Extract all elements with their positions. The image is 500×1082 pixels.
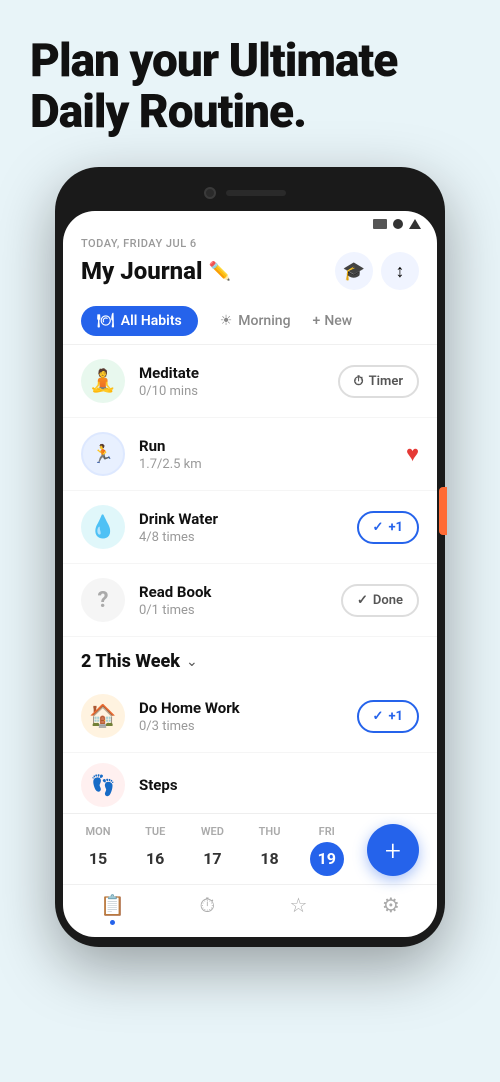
plus-one-button-2[interactable]: ✓ +1 bbox=[357, 700, 419, 733]
nav-star[interactable]: ☆ bbox=[289, 893, 307, 925]
water-info: Drink Water 4/8 times bbox=[139, 510, 343, 545]
journal-title-row: My Journal ✏️ 🎓 ↕ bbox=[81, 252, 419, 290]
camera-dot bbox=[204, 187, 216, 199]
tab-morning[interactable]: ☀ Morning bbox=[208, 306, 303, 336]
homework-info: Do Home Work 0/3 times bbox=[139, 699, 343, 734]
morning-icon: ☀ bbox=[220, 313, 233, 329]
cal-day-fri[interactable]: FRI 19 bbox=[310, 825, 344, 876]
phone-outer: TODAY, FRIDAY JUL 6 My Journal ✏️ 🎓 ↕ 🍽 bbox=[55, 167, 445, 947]
timer-button[interactable]: ⏱ Timer bbox=[338, 365, 419, 398]
active-dot bbox=[110, 920, 115, 925]
speaker-bar bbox=[226, 190, 286, 196]
header-icons: 🎓 ↕ bbox=[335, 252, 419, 290]
homework-icon: 🏠 bbox=[81, 694, 125, 738]
book-action[interactable]: ✓ Done bbox=[341, 584, 419, 617]
phone-screen: TODAY, FRIDAY JUL 6 My Journal ✏️ 🎓 ↕ 🍽 bbox=[63, 211, 437, 937]
tab-new[interactable]: + New bbox=[313, 313, 353, 329]
check-icon: ✓ bbox=[357, 593, 368, 608]
phone-notch bbox=[63, 181, 437, 205]
check-icon: ✓ bbox=[373, 709, 384, 724]
heart-icon: ♥ bbox=[406, 442, 419, 467]
plus-icon: + bbox=[313, 313, 321, 329]
steps-item: 👣 Steps bbox=[63, 753, 437, 813]
nav-timer[interactable]: ⏱ bbox=[199, 893, 215, 925]
section-header[interactable]: 2 This Week ⌄ bbox=[63, 637, 437, 680]
battery-icon bbox=[373, 219, 387, 229]
journal-title: My Journal ✏️ bbox=[81, 257, 231, 285]
habit-item: 🏃 Run 1.7/2.5 km ♥ bbox=[63, 418, 437, 491]
fab-add-button[interactable]: + bbox=[367, 824, 419, 876]
graduation-icon-btn[interactable]: 🎓 bbox=[335, 252, 373, 290]
tab-all-habits[interactable]: 🍽 All Habits bbox=[81, 306, 198, 336]
all-habits-icon: 🍽 bbox=[97, 313, 115, 329]
status-bar bbox=[63, 211, 437, 233]
habit-item: 🧘 Meditate 0/10 mins ⏱ Timer bbox=[63, 345, 437, 418]
sort-icon-btn[interactable]: ↕ bbox=[381, 252, 419, 290]
plus-one-button[interactable]: ✓ +1 bbox=[357, 511, 419, 544]
nav-settings[interactable]: ⚙ bbox=[382, 893, 400, 925]
edit-icon[interactable]: ✏️ bbox=[208, 261, 230, 282]
timer-nav-icon: ⏱ bbox=[199, 893, 215, 917]
run-action[interactable]: ♥ bbox=[406, 441, 419, 467]
steps-info: Steps bbox=[139, 776, 419, 794]
run-icon: 🏃 bbox=[81, 432, 125, 476]
home-nav-icon: 📋 bbox=[100, 893, 125, 917]
cal-day-wed[interactable]: WED 17 bbox=[195, 825, 229, 876]
chevron-down-icon: ⌄ bbox=[186, 654, 198, 670]
weekly-habit-list: 🏠 Do Home Work 0/3 times ✓ +1 👣 bbox=[63, 680, 437, 813]
done-button[interactable]: ✓ Done bbox=[341, 584, 419, 617]
habit-item: 🏠 Do Home Work 0/3 times ✓ +1 bbox=[63, 680, 437, 753]
meditate-action[interactable]: ⏱ Timer bbox=[338, 365, 419, 398]
meditate-icon: 🧘 bbox=[81, 359, 125, 403]
timer-icon: ⏱ bbox=[354, 374, 364, 389]
calendar-days: MON 15 TUE 16 WED 17 THU 18 bbox=[81, 824, 419, 876]
habit-list: 🧘 Meditate 0/10 mins ⏱ Timer 🏃 bbox=[63, 345, 437, 637]
phone-wrapper: TODAY, FRIDAY JUL 6 My Journal ✏️ 🎓 ↕ 🍽 bbox=[0, 167, 500, 947]
date-label: TODAY, FRIDAY JUL 6 bbox=[81, 237, 419, 250]
hero-section: Plan your Ultimate Daily Routine. bbox=[0, 0, 500, 157]
wifi-icon bbox=[409, 219, 421, 229]
habit-item: ? Read Book 0/1 times ✓ Done bbox=[63, 564, 437, 637]
steps-icon: 👣 bbox=[81, 763, 125, 807]
bottom-calendar: MON 15 TUE 16 WED 17 THU 18 bbox=[63, 813, 437, 884]
star-nav-icon: ☆ bbox=[289, 893, 307, 917]
run-info: Run 1.7/2.5 km bbox=[139, 437, 392, 472]
settings-nav-icon: ⚙ bbox=[382, 893, 400, 917]
book-info: Read Book 0/1 times bbox=[139, 583, 327, 618]
habit-item: 💧 Drink Water 4/8 times ✓ +1 bbox=[63, 491, 437, 564]
signal-icon bbox=[393, 219, 403, 229]
water-icon: 💧 bbox=[81, 505, 125, 549]
hero-title: Plan your Ultimate Daily Routine. bbox=[30, 36, 470, 137]
meditate-info: Meditate 0/10 mins bbox=[139, 364, 324, 399]
cal-day-mon[interactable]: MON 15 bbox=[81, 825, 115, 876]
side-accent bbox=[439, 487, 447, 535]
app-header: TODAY, FRIDAY JUL 6 My Journal ✏️ 🎓 ↕ bbox=[63, 233, 437, 298]
homework-action[interactable]: ✓ +1 bbox=[357, 700, 419, 733]
check-icon: ✓ bbox=[373, 520, 384, 535]
cal-day-thu[interactable]: THU 18 bbox=[253, 825, 287, 876]
water-action[interactable]: ✓ +1 bbox=[357, 511, 419, 544]
bottom-nav: 📋 ⏱ ☆ ⚙ bbox=[63, 884, 437, 937]
cal-day-tue[interactable]: TUE 16 bbox=[138, 825, 172, 876]
tab-bar: 🍽 All Habits ☀ Morning + New bbox=[63, 298, 437, 345]
book-icon: ? bbox=[81, 578, 125, 622]
nav-home[interactable]: 📋 bbox=[100, 893, 125, 925]
